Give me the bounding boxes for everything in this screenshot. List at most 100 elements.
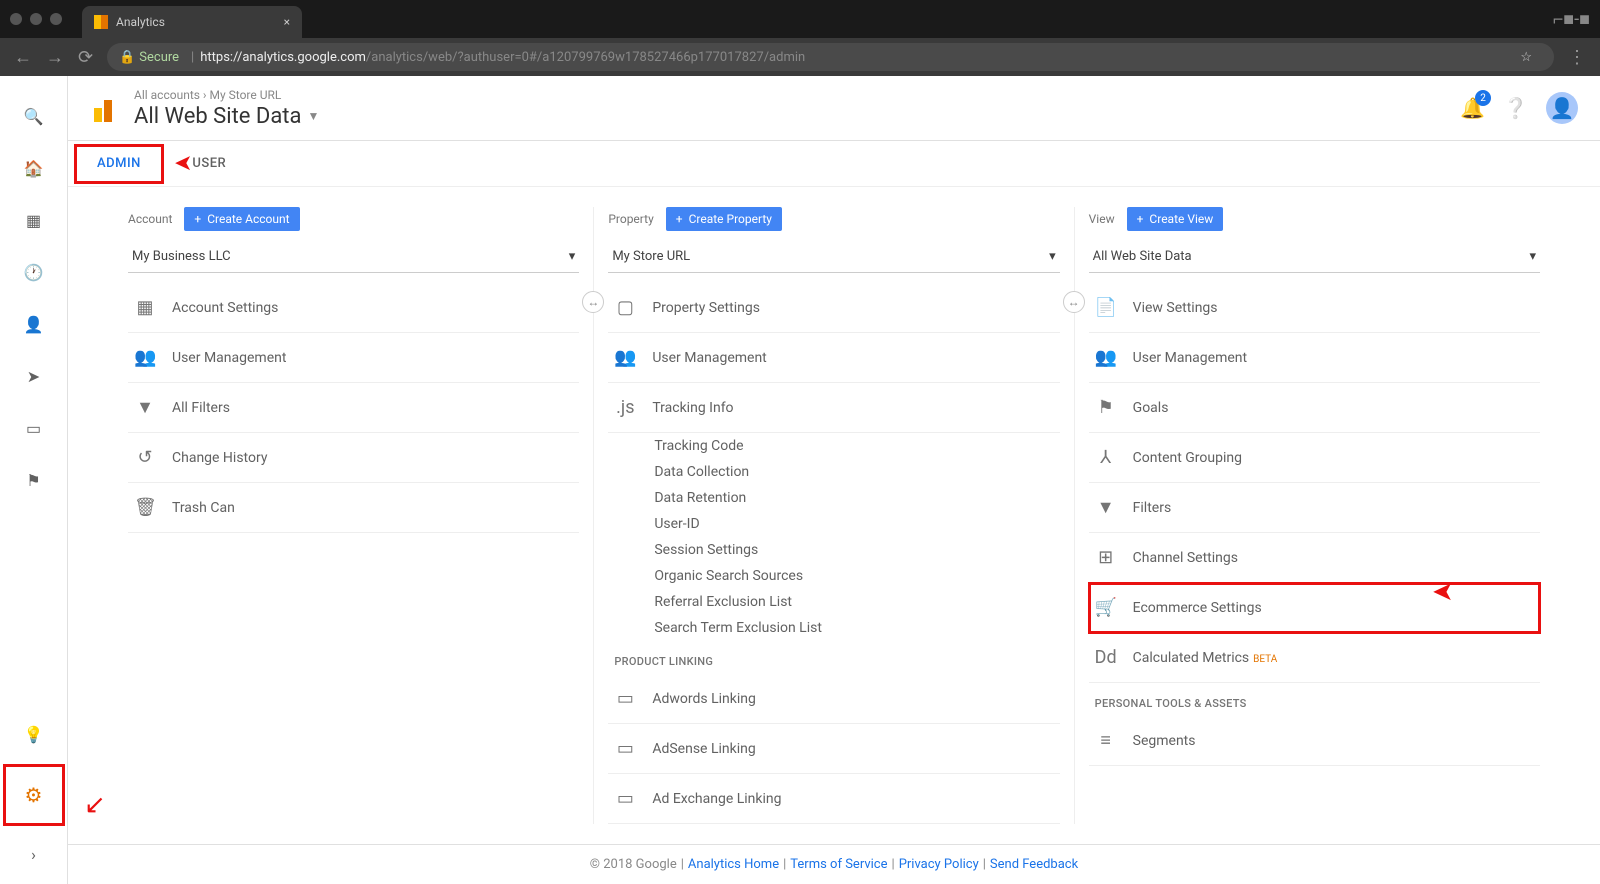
property-item-user-management[interactable]: 👥 User Management <box>608 333 1059 383</box>
close-tab-icon[interactable]: × <box>284 15 290 29</box>
view-selector[interactable]: All Web Site Data▼ <box>134 104 319 129</box>
menu-label: User Management <box>1133 350 1247 366</box>
copyright: © 2018 Google <box>590 857 677 872</box>
footer-link[interactable]: Terms of Service <box>790 857 887 872</box>
view-item-content-grouping[interactable]: ⅄Content Grouping <box>1089 433 1540 483</box>
close-window[interactable] <box>10 13 22 25</box>
account-item-trash-can[interactable]: 🗑Trash Can <box>128 483 579 533</box>
realtime-icon[interactable]: 🕐 <box>12 250 56 294</box>
chevron-down-icon: ▾ <box>1529 249 1536 264</box>
menu-icon: ▭ <box>614 788 636 809</box>
forward-button[interactable]: → <box>46 47 64 68</box>
view-column: View +Create View All Web Site Data▾ 📄Vi… <box>1074 207 1554 824</box>
audience-icon[interactable]: 👤 <box>12 302 56 346</box>
chrome-menu-icon[interactable]: ⋮ <box>1568 47 1586 68</box>
tracking-sub-search-term-exclusion-list[interactable]: Search Term Exclusion List <box>654 615 1059 641</box>
menu-label: User Management <box>172 350 286 366</box>
tracking-sub-session-settings[interactable]: Session Settings <box>654 537 1059 563</box>
create-account-button[interactable]: +Create Account <box>184 207 299 231</box>
ga-logo <box>90 94 118 122</box>
minimize-window[interactable] <box>30 13 42 25</box>
help-icon[interactable]: ❔ <box>1503 96 1528 120</box>
behavior-icon[interactable]: ▭ <box>12 406 56 450</box>
linking-item-adsense-linking[interactable]: ▭ AdSense Linking <box>608 724 1059 774</box>
notifications-icon[interactable]: 🔔 2 <box>1460 96 1485 120</box>
tracking-sub-tracking-code[interactable]: Tracking Code <box>654 433 1059 459</box>
chevron-down-icon: ▾ <box>569 249 576 264</box>
tracking-sub-organic-search-sources[interactable]: Organic Search Sources <box>654 563 1059 589</box>
view-selector-dropdown[interactable]: All Web Site Data▾ <box>1089 241 1540 273</box>
url-path: /analytics/web/?authuser=0#/a120799769w1… <box>366 50 805 65</box>
app-header: All accounts › My Store URL All Web Site… <box>68 76 1600 141</box>
collapse-sidebar-icon[interactable]: › <box>12 832 56 876</box>
browser-tab[interactable]: Analytics × <box>82 6 302 38</box>
view-item-goals[interactable]: ⚑Goals <box>1089 383 1540 433</box>
menu-icon: ▦ <box>134 297 156 318</box>
breadcrumb[interactable]: All accounts › My Store URL <box>134 88 319 102</box>
view-item-channel-settings[interactable]: ⊞Channel Settings <box>1089 533 1540 583</box>
browser-tab-bar: Analytics × ⌐■-■ <box>0 0 1600 38</box>
footer-link[interactable]: Analytics Home <box>688 857 779 872</box>
window-controls[interactable] <box>10 13 62 25</box>
create-view-button[interactable]: +Create View <box>1127 207 1224 231</box>
chevron-down-icon: ▾ <box>1049 249 1056 264</box>
menu-icon: .js <box>614 397 636 418</box>
menu-label: Ad Exchange Linking <box>652 791 781 807</box>
menu-label: Trash Can <box>172 500 235 516</box>
tracking-sub-user-id[interactable]: User-ID <box>654 511 1059 537</box>
menu-icon: ▭ <box>614 738 636 759</box>
property-item-tracking-info[interactable]: .jsTracking Info <box>608 383 1059 433</box>
swap-property-view[interactable]: ↔ <box>1063 291 1085 313</box>
property-selector[interactable]: My Store URL▾ <box>608 241 1059 273</box>
menu-icon: ⚑ <box>1095 397 1117 418</box>
linking-item-ad-exchange-linking[interactable]: ▭ Ad Exchange Linking <box>608 774 1059 824</box>
menu-icon: ≡ <box>1095 730 1117 751</box>
tools-item-segments[interactable]: ≡Segments <box>1089 716 1540 766</box>
account-selector[interactable]: My Business LLC▾ <box>128 241 579 273</box>
menu-label: AdSense Linking <box>652 741 755 757</box>
home-icon[interactable]: 🏠 <box>12 146 56 190</box>
view-item-filters[interactable]: ▼Filters <box>1089 483 1540 533</box>
footer-link[interactable]: Privacy Policy <box>899 857 979 872</box>
bookmark-icon[interactable]: ☆ <box>1520 50 1532 65</box>
account-avatar[interactable]: 👤 <box>1546 92 1578 124</box>
footer-link[interactable]: Send Feedback <box>990 857 1078 872</box>
reload-button[interactable]: ⟳ <box>78 47 93 68</box>
menu-icon: 👥 <box>614 347 636 368</box>
view-item-calculated-metrics[interactable]: DdCalculated MetricsBETA <box>1089 633 1540 683</box>
search-icon[interactable]: 🔍 <box>12 94 56 138</box>
account-item-all-filters[interactable]: ▼All Filters <box>128 383 579 433</box>
tracking-sub-data-retention[interactable]: Data Retention <box>654 485 1059 511</box>
back-button[interactable]: ← <box>14 47 32 68</box>
conversions-icon[interactable]: ⚑ <box>12 458 56 502</box>
tab-admin[interactable]: ADMIN <box>74 144 164 184</box>
menu-label: User Management <box>652 350 766 366</box>
account-column: Account +Create Account My Business LLC▾… <box>114 207 593 824</box>
browser-toolbar: ← → ⟳ 🔒 Secure | https://analytics.googl… <box>0 38 1600 76</box>
incognito-icon: ⌐■-■ <box>1553 9 1590 30</box>
account-item-user-management[interactable]: 👥 User Management <box>128 333 579 383</box>
address-bar[interactable]: 🔒 Secure | https://analytics.google.com … <box>107 43 1554 71</box>
acquisition-icon[interactable]: ➤ <box>12 354 56 398</box>
menu-icon: 👥 <box>134 347 156 368</box>
tracking-sub-data-collection[interactable]: Data Collection <box>654 459 1059 485</box>
maximize-window[interactable] <box>50 13 62 25</box>
menu-label: Ecommerce Settings <box>1133 600 1262 616</box>
ga-icon <box>94 15 108 29</box>
tracking-sub-referral-exclusion-list[interactable]: Referral Exclusion List <box>654 589 1059 615</box>
menu-icon: ▼ <box>134 397 156 418</box>
view-item-user-management[interactable]: 👥User Management <box>1089 333 1540 383</box>
discover-icon[interactable]: 💡 <box>12 712 56 756</box>
create-property-button[interactable]: +Create Property <box>666 207 782 231</box>
menu-label: Property Settings <box>652 300 760 316</box>
account-item-change-history[interactable]: ↺Change History <box>128 433 579 483</box>
admin-gear-highlighted[interactable]: ⚙ <box>3 764 65 826</box>
view-item-view-settings[interactable]: 📄View Settings <box>1089 283 1540 333</box>
menu-icon: ↺ <box>134 447 156 468</box>
linking-item-adwords-linking[interactable]: ▭Adwords Linking <box>608 674 1059 724</box>
menu-icon: 🛒 <box>1095 597 1117 618</box>
view-item-ecommerce-settings[interactable]: 🛒 Ecommerce Settings <box>1089 583 1540 633</box>
property-item-property-settings[interactable]: ▢Property Settings <box>608 283 1059 333</box>
customization-icon[interactable]: ▦ <box>12 198 56 242</box>
account-item-account-settings[interactable]: ▦Account Settings <box>128 283 579 333</box>
